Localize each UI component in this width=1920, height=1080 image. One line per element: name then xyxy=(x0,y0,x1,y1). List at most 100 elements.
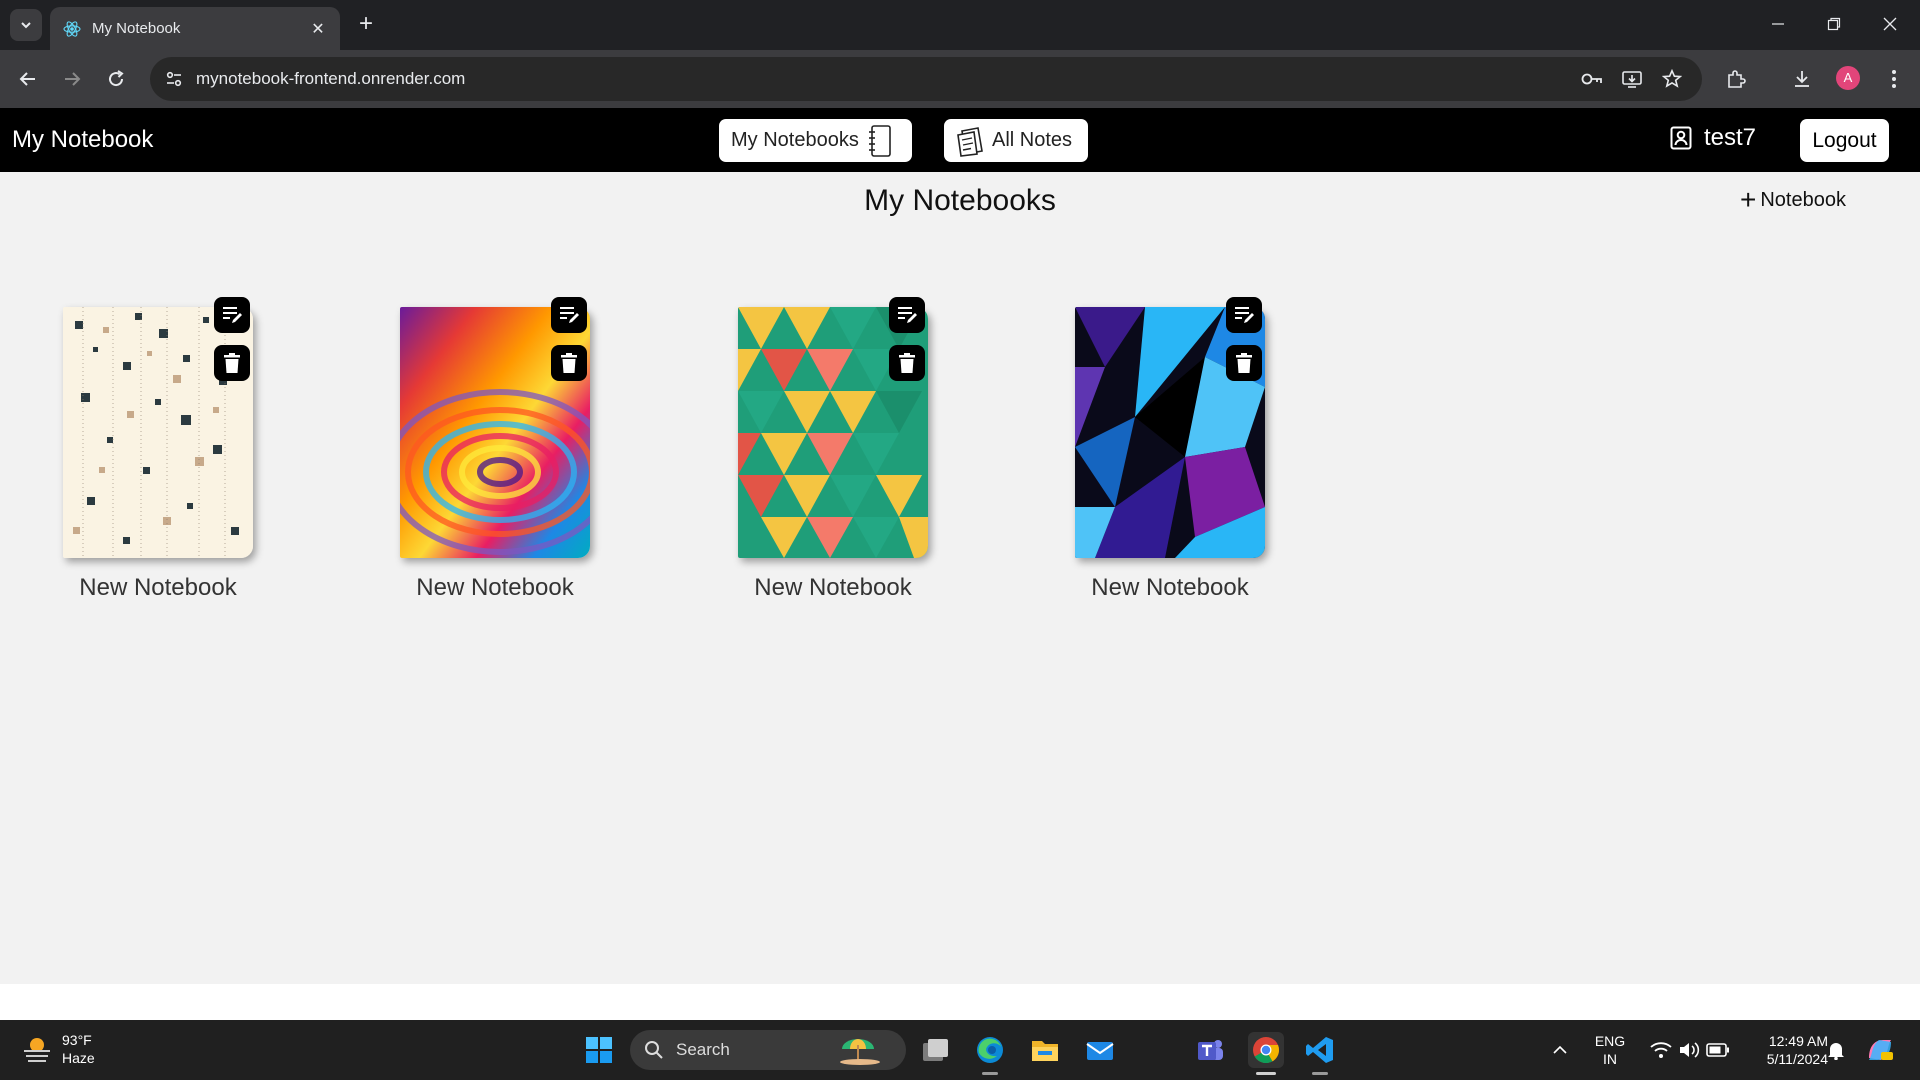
edit-notebook-button[interactable] xyxy=(551,297,587,333)
edit-notes-icon xyxy=(560,307,579,323)
quick-settings-button[interactable] xyxy=(1640,1032,1740,1068)
tab-close-icon[interactable]: ✕ xyxy=(308,19,328,39)
restore-icon xyxy=(1827,17,1841,31)
restore-button[interactable] xyxy=(1814,8,1854,40)
trash-icon xyxy=(561,353,577,373)
bookmark-star-icon[interactable] xyxy=(1660,67,1684,91)
add-notebook-button[interactable]: + Notebook xyxy=(1740,184,1846,215)
install-app-icon[interactable] xyxy=(1620,67,1644,91)
close-window-button[interactable] xyxy=(1870,8,1910,40)
task-view-button[interactable] xyxy=(918,1032,954,1068)
new-tab-button[interactable]: + xyxy=(352,10,380,38)
delete-notebook-button[interactable] xyxy=(214,345,250,381)
notifications-button[interactable] xyxy=(1818,1032,1854,1068)
vscode-app[interactable] xyxy=(1302,1032,1338,1068)
page-title: My Notebooks xyxy=(864,184,1056,217)
notes-icon xyxy=(957,126,983,157)
browser-tab-active[interactable]: My Notebook ✕ xyxy=(50,7,340,50)
puzzle-icon xyxy=(1728,70,1746,88)
download-icon xyxy=(1795,71,1809,87)
file-explorer-app[interactable] xyxy=(1027,1032,1063,1068)
edge-running-indicator xyxy=(982,1072,998,1075)
chrome-app[interactable] xyxy=(1248,1032,1284,1068)
extensions-button[interactable] xyxy=(1722,65,1750,93)
language-code: ENG xyxy=(1594,1033,1626,1049)
copilot-icon xyxy=(1869,1040,1893,1060)
react-favicon-icon xyxy=(63,20,81,37)
beach-umbrella-icon xyxy=(840,1039,880,1065)
bell-icon xyxy=(1828,1043,1844,1060)
chrome-icon xyxy=(1253,1037,1280,1064)
edge-app[interactable] xyxy=(972,1032,1008,1068)
url-text: mynotebook-frontend.onrender.com xyxy=(196,69,466,88)
reload-button[interactable] xyxy=(100,63,132,95)
edit-notebook-button[interactable] xyxy=(214,297,250,333)
password-key-icon[interactable] xyxy=(1580,67,1604,91)
edit-notebook-button[interactable] xyxy=(1226,297,1262,333)
main-content: My Notebooks + Notebook New Notebook New… xyxy=(0,172,1920,984)
start-button[interactable] xyxy=(581,1032,617,1068)
task-view-icon xyxy=(923,1039,948,1061)
notebook-name: New Notebook xyxy=(754,574,912,601)
all-notes-nav-button[interactable]: All Notes xyxy=(944,119,1088,162)
weather-temp: 93°F xyxy=(62,1032,92,1048)
minimize-icon xyxy=(1772,23,1784,25)
weather-widget[interactable]: 93°F Haze xyxy=(22,1031,95,1067)
teams-icon xyxy=(1198,1040,1223,1060)
edit-notes-icon xyxy=(898,307,917,323)
show-hidden-icons-button[interactable] xyxy=(1542,1032,1578,1068)
forward-button[interactable] xyxy=(56,63,88,95)
search-icon xyxy=(645,1041,663,1059)
delete-notebook-button[interactable] xyxy=(889,345,925,381)
logout-button[interactable]: Logout xyxy=(1800,119,1889,162)
notebook-name: New Notebook xyxy=(416,574,574,601)
volume-icon xyxy=(1680,1042,1700,1058)
chrome-menu-button[interactable] xyxy=(1880,65,1908,93)
app-navbar: My Notebook My Notebooks All Notes test7… xyxy=(0,108,1920,172)
language-indicator[interactable]: ENG IN xyxy=(1592,1032,1628,1068)
edit-notebook-button[interactable] xyxy=(889,297,925,333)
add-notebook-label: Notebook xyxy=(1760,188,1846,211)
taskbar-search[interactable]: Search xyxy=(630,1030,906,1070)
battery-icon xyxy=(1706,1043,1729,1057)
teams-app[interactable] xyxy=(1192,1032,1228,1068)
mail-icon xyxy=(1086,1042,1114,1060)
site-info-icon[interactable] xyxy=(162,67,186,91)
downloads-button[interactable] xyxy=(1788,65,1816,93)
notebook-name: New Notebook xyxy=(1091,574,1249,601)
back-button[interactable] xyxy=(12,63,44,95)
address-bar[interactable]: mynotebook-frontend.onrender.com xyxy=(150,57,1702,101)
search-label: Search xyxy=(676,1040,730,1059)
wifi-icon xyxy=(1650,1042,1672,1058)
notebook-icon xyxy=(868,124,891,157)
arrow-left-icon xyxy=(19,72,35,86)
delete-notebook-button[interactable] xyxy=(551,345,587,381)
mail-app[interactable] xyxy=(1082,1032,1118,1068)
plus-icon: + xyxy=(1740,184,1757,215)
reload-icon xyxy=(109,70,124,87)
edit-notes-icon xyxy=(1235,307,1254,323)
windows-taskbar: 93°F Haze Search ENG IN 12:49 AM 5/11/20… xyxy=(0,1020,1920,1080)
profile-avatar[interactable]: A xyxy=(1836,66,1860,90)
kebab-menu-icon xyxy=(1892,70,1896,88)
user-profile[interactable]: test7 xyxy=(1670,124,1756,152)
folder-icon xyxy=(1032,1041,1058,1061)
trash-icon xyxy=(224,353,240,373)
chrome-running-indicator xyxy=(1256,1072,1276,1075)
brand-title[interactable]: My Notebook xyxy=(12,126,153,154)
close-icon xyxy=(1883,17,1897,31)
vscode-icon xyxy=(1306,1037,1333,1063)
page-footer-strip xyxy=(0,984,1920,1020)
clock-time: 12:49 AM xyxy=(1768,1033,1828,1049)
haze-sun-icon xyxy=(24,1038,50,1062)
arrow-right-icon xyxy=(65,72,81,86)
chevron-up-icon xyxy=(1553,1045,1567,1054)
delete-notebook-button[interactable] xyxy=(1226,345,1262,381)
my-notebooks-nav-button[interactable]: My Notebooks xyxy=(719,119,912,162)
minimize-button[interactable] xyxy=(1758,8,1798,40)
clock[interactable]: 12:49 AM 5/11/2024 xyxy=(1744,1032,1828,1068)
tab-search-button[interactable] xyxy=(10,9,42,41)
tab-title: My Notebook xyxy=(92,20,181,37)
region-code: IN xyxy=(1603,1051,1617,1067)
copilot-button[interactable] xyxy=(1862,1032,1898,1068)
